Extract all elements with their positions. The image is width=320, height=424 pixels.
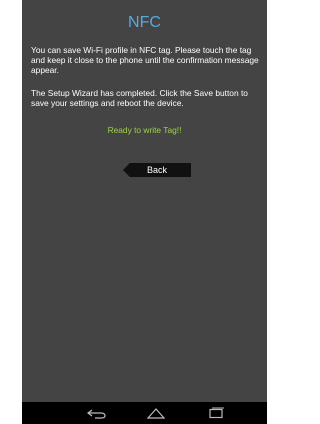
back-button[interactable]: Back: [123, 163, 191, 177]
phone-screen: NFC You can save Wi-Fi profile in NFC ta…: [22, 0, 267, 424]
home-icon[interactable]: [143, 405, 169, 421]
navigation-bar: [22, 402, 267, 424]
status-text: Ready to write Tag!!: [107, 125, 182, 135]
recent-apps-icon[interactable]: [203, 405, 229, 421]
back-icon[interactable]: [84, 405, 110, 421]
instruction-text: You can save Wi-Fi profile in NFC tag. P…: [31, 45, 259, 76]
page-title: NFC: [128, 14, 161, 31]
completion-text: The Setup Wizard has completed. Click th…: [31, 88, 248, 109]
